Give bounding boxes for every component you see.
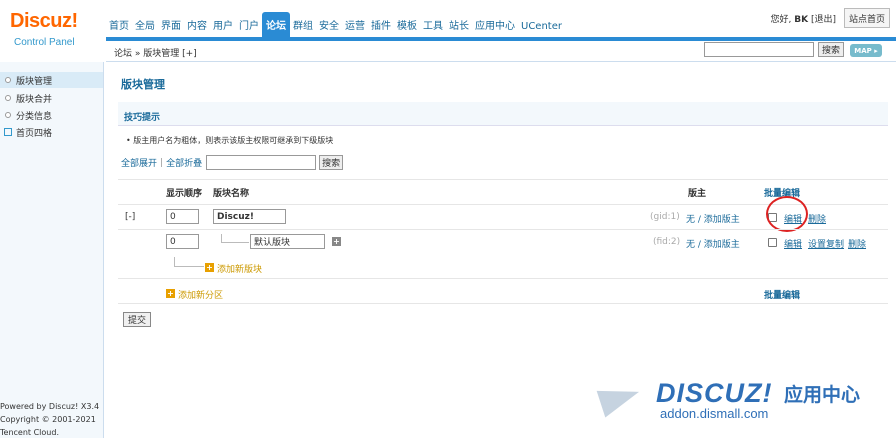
category-name-input[interactable]: Discuz! [213,209,286,224]
greeting: 您好, [770,15,792,25]
sidebar-item-category-info[interactable]: 分类信息 [0,107,103,123]
nav-portal[interactable]: 门户 [236,12,262,38]
nav-plugins[interactable]: 插件 [368,12,394,38]
tips-box: 技巧提示 [118,102,888,126]
top-search-input[interactable] [704,42,814,57]
forum-id: (fid:2) [653,237,681,247]
sidebar-item-label: 版块合并 [16,94,53,105]
nav-forum[interactable]: 论坛 [262,12,290,38]
watermark-url: addon.dismall.com [660,406,769,421]
bullet-icon [5,112,11,118]
tree-line [221,242,249,243]
submit-button[interactable]: 提交 [123,312,151,327]
header-order: 显示顺序 [166,189,203,199]
logout-link[interactable]: [退出] [811,15,836,25]
collapse-all-link[interactable]: 全部折叠 [166,156,202,169]
add-category-link[interactable]: 添加新分区 [178,288,223,301]
powered-line: Powered by Discuz! X3.4 [0,402,100,411]
powered-by: Powered by Discuz! X3.4 Copyright © 2001… [0,400,99,438]
tip-content: 版主用户名为粗体，则表示该版主权限可继承到下级版块 [133,136,334,145]
logo-brand: Discuz! [10,10,78,32]
nav-users[interactable]: 用户 [210,12,236,38]
sidebar-item-home-grid[interactable]: 首页四格 [0,124,103,140]
breadcrumb[interactable]: 论坛 » 版块管理 [+] [114,46,197,59]
divider [118,179,888,180]
company-line: Tencent Cloud. [0,428,59,437]
watermark-brand: DISCUZ! [656,378,773,408]
nav-operations[interactable]: 运营 [342,12,368,38]
delete-link[interactable]: 删除 [848,237,866,250]
bullet-icon [5,95,11,101]
sidebar-item-forum-merge[interactable]: 版块合并 [0,90,103,106]
logo-subtitle: Control Panel [14,37,75,48]
expand-all-link[interactable]: 全部展开 [121,156,157,169]
nav-ucenter[interactable]: UCenter [518,12,565,38]
select-checkbox[interactable] [768,238,777,247]
copyright-line: Copyright © 2001-2021 [0,415,96,424]
tree-line [174,266,204,267]
separator: | [160,157,164,168]
add-category-plus-icon[interactable]: + [166,289,175,298]
batch-edit-link[interactable]: 批量编辑 [764,288,800,301]
highlight-circle [766,196,808,232]
map-button[interactable]: MAP ▸ [850,44,882,57]
tip-text: • 版主用户名为粗体，则表示该版主权限可继承到下级版块 [126,135,333,146]
delete-link[interactable]: 删除 [808,212,826,225]
forum-search-input[interactable] [206,155,317,170]
sidebar-item-label: 首页四格 [16,128,53,139]
external-link-icon [4,128,12,136]
header-name: 版块名称 [213,189,250,199]
nav-security[interactable]: 安全 [316,12,342,38]
tree-line [221,234,222,243]
nav-templates[interactable]: 模板 [394,12,420,38]
divider [118,303,888,304]
nav-interface[interactable]: 界面 [158,12,184,38]
order-input[interactable]: 0 [166,234,199,249]
tips-title: 技巧提示 [124,113,161,123]
collapse-toggle[interactable]: [-] [125,212,135,222]
tree-line [174,257,175,266]
sidebar-item-label: 版块管理 [16,76,53,87]
divider [118,229,888,230]
add-forum-link[interactable]: 添加新版块 [217,262,262,275]
paper-plane-icon [596,378,644,418]
order-input[interactable]: 0 [166,209,199,224]
logo[interactable]: Discuz! Control Panel [0,0,104,62]
moderator-link[interactable]: 无 / 添加版主 [686,212,740,225]
category-id: (gid:1) [650,212,680,222]
user-info: 您好, BK [退出] [771,12,837,25]
expand-bar: 全部展开 | 全部折叠 搜索 [121,155,344,170]
divider [118,278,888,279]
top-nav: 首页 全局 界面 内容 用户 门户 论坛 群组 安全 运营 插件 模板 工具 站… [106,12,565,38]
moderator-link[interactable]: 无 / 添加版主 [686,237,740,250]
header-moderator: 版主 [688,189,707,199]
nav-tools[interactable]: 工具 [420,12,446,38]
nav-home[interactable]: 首页 [106,12,132,38]
username: BK [794,15,809,25]
nav-app-center[interactable]: 应用中心 [472,12,518,38]
add-forum-plus-icon[interactable]: + [205,263,214,272]
nav-admin[interactable]: 站长 [446,12,472,38]
page-title: 版块管理 [121,78,165,91]
forum-search-button[interactable]: 搜索 [319,155,344,170]
edit-link[interactable]: 编辑 [784,237,802,250]
watermark-cn: 应用中心 [784,384,861,406]
header: Discuz! Control Panel 首页 全局 界面 内容 用户 门户 … [0,0,896,62]
nav-global[interactable]: 全局 [132,12,158,38]
forum-name-input[interactable]: 默认版块 [250,234,325,249]
sidebar-item-forum-manage[interactable]: 版块管理 [0,72,103,88]
sidebar-item-label: 分类信息 [16,111,53,122]
copy-settings-link[interactable]: 设置复制 [808,237,844,250]
nav-groups[interactable]: 群组 [290,12,316,38]
sidebar: 版块管理 版块合并 分类信息 首页四格 Powered by Discuz! X… [0,62,104,438]
watermark: DISCUZ! 应用中心 addon.dismall.com [596,378,890,434]
nav-content[interactable]: 内容 [184,12,210,38]
expand-plus-icon[interactable]: + [332,237,341,246]
site-home-button[interactable]: 站点首页 [844,8,890,28]
top-search-button[interactable]: 搜索 [818,42,844,57]
bullet-icon [5,77,11,83]
